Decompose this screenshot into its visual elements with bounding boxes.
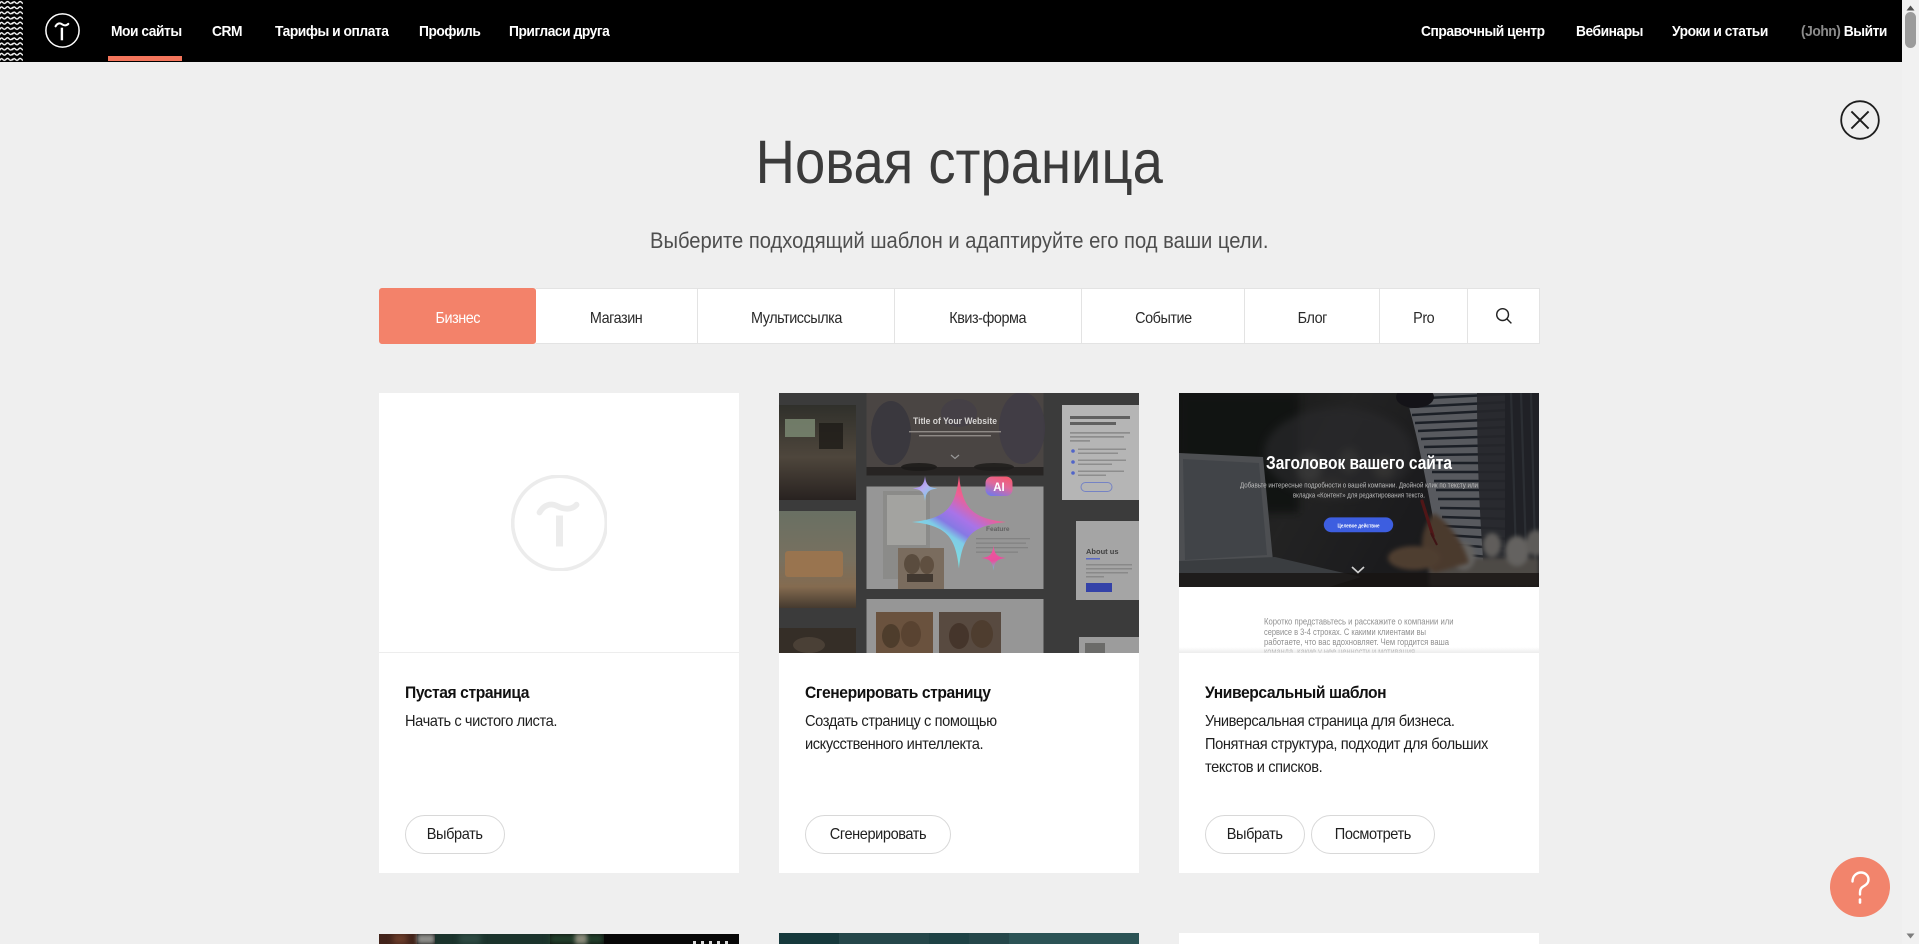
svg-text:работаете, что вас вдохновляет: работаете, что вас вдохновляет. Чем горд…	[1264, 637, 1449, 647]
svg-text:Feature: Feature	[986, 526, 1010, 533]
svg-text:вкладка «Контент» для редактир: вкладка «Контент» для редактирования тек…	[1293, 491, 1425, 500]
svg-text:About us: About us	[1086, 547, 1119, 556]
svg-text:AI: AI	[993, 482, 1005, 494]
svg-text:Коротко представьтесь и расска: Коротко представьтесь и расскажите о ком…	[1264, 617, 1454, 627]
svg-text:Title of Your Website: Title of Your Website	[913, 416, 997, 427]
svg-text:сервисе в 3-4 строках. С каким: сервисе в 3-4 строках. С какими клиентам…	[1264, 627, 1426, 637]
svg-text:Целевое действие: Целевое действие	[1338, 522, 1381, 529]
svg-text:Заголовок вашего сайта: Заголовок вашего сайта	[1266, 452, 1453, 473]
svg-text:Добавьте интересные подробност: Добавьте интересные подробности о вашей …	[1240, 481, 1478, 490]
